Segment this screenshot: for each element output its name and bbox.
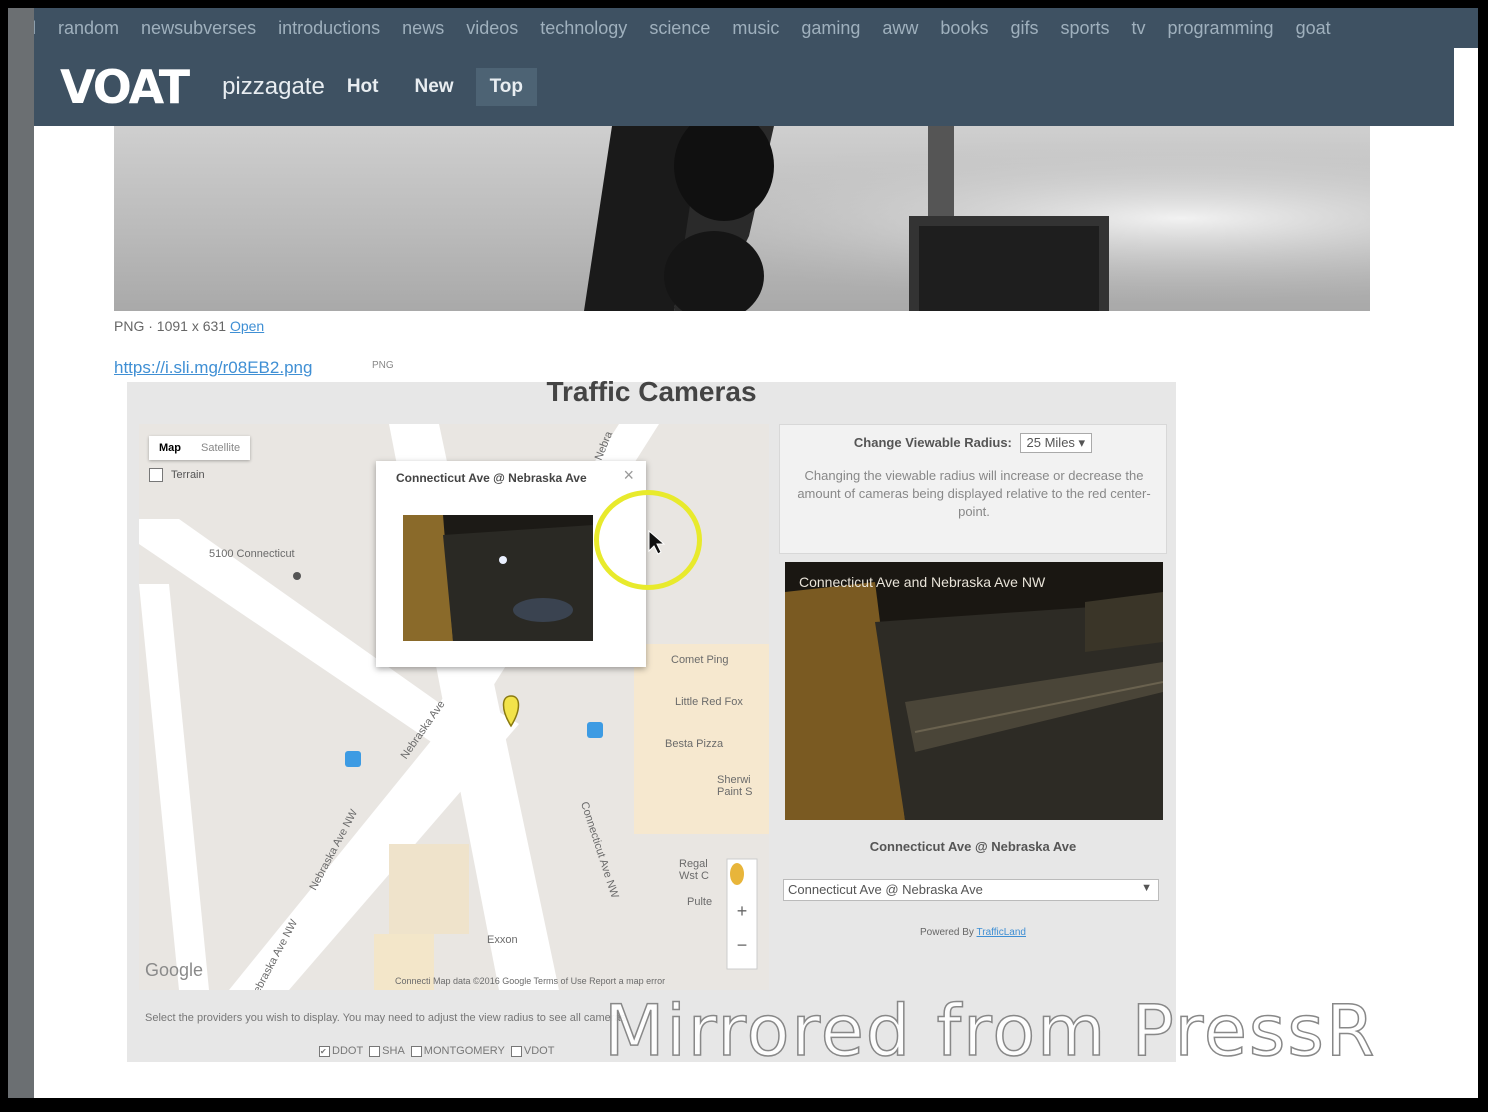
- map-label: Regal Wst C: [679, 858, 709, 882]
- provider-label: DDOT: [332, 1045, 364, 1057]
- provider-label: VDOT: [523, 1045, 555, 1057]
- topnav-link[interactable]: videos: [466, 18, 518, 39]
- topnav-link[interactable]: introductions: [278, 18, 380, 39]
- terrain-checkbox[interactable]: [149, 468, 163, 482]
- map-type-satellite[interactable]: Satellite: [191, 436, 250, 460]
- providers-text: Select the providers you wish to display…: [145, 1012, 630, 1024]
- provider-checkbox[interactable]: [410, 1045, 422, 1057]
- radius-value: 25 Miles: [1026, 435, 1075, 450]
- tab-new[interactable]: New: [400, 68, 467, 106]
- camera-feed-image: [785, 582, 1163, 820]
- image-url-link[interactable]: https://i.sli.mg/r08EB2.png: [114, 358, 312, 378]
- zoom-out-icon[interactable]: −: [737, 935, 748, 955]
- map-label: Exxon: [487, 934, 518, 946]
- cursor-highlight: [594, 490, 702, 590]
- provider-option[interactable]: VDOT: [510, 1045, 555, 1057]
- mouse-cursor-icon: [648, 529, 666, 555]
- topnav-link[interactable]: newsubverses: [141, 18, 256, 39]
- bus-stop-marker[interactable]: [587, 722, 603, 738]
- topnav-link[interactable]: books: [940, 18, 988, 39]
- topnav-link[interactable]: sports: [1060, 18, 1109, 39]
- powered-by: Powered By TrafficLand: [779, 927, 1167, 938]
- map-label: Besta Pizza: [665, 738, 724, 750]
- google-logo[interactable]: Google: [145, 960, 203, 981]
- camera-feed: Connecticut Ave and Nebraska Ave NW: [785, 562, 1163, 820]
- provider-checkbox[interactable]: ✔: [319, 1045, 330, 1057]
- popup-camera-thumbnail[interactable]: [403, 515, 593, 641]
- png-tag: PNG: [372, 360, 394, 371]
- map-label: Pulte: [687, 896, 713, 908]
- pegman-icon[interactable]: [730, 863, 744, 885]
- watermark: Mirrored from PressR: [603, 989, 1377, 1073]
- radius-row: Change Viewable Radius: 25 Miles ▾: [780, 433, 1166, 453]
- topnav-link[interactable]: news: [402, 18, 444, 39]
- provider-label: MONTGOMERY: [423, 1045, 505, 1057]
- topnav-link[interactable]: goat: [1296, 18, 1331, 39]
- building-block: [389, 844, 469, 934]
- tab-top[interactable]: Top: [475, 68, 537, 106]
- trafficland-link[interactable]: TrafficLand: [977, 927, 1026, 938]
- chevron-down-icon: ▼: [1141, 882, 1152, 894]
- map-type-control[interactable]: Map Satellite: [149, 436, 251, 460]
- provider-checkboxes: ✔ DDOT SHA MONTGOMERY VDOT: [319, 1045, 554, 1057]
- map-label: Little Red Fox: [675, 696, 743, 708]
- open-image-link[interactable]: Open: [230, 318, 264, 334]
- provider-option[interactable]: SHA: [369, 1045, 405, 1057]
- post-content: PNG · 1091 x 631 Open https://i.sli.mg/r…: [34, 126, 1454, 1098]
- powered-by-text: Powered By: [920, 927, 977, 938]
- address-marker: [293, 572, 301, 580]
- site-header: VOAT pizzagate Hot New Top: [34, 48, 1454, 126]
- map-label: 5100 Connecticut: [209, 548, 295, 560]
- tab-hot[interactable]: Hot: [333, 68, 393, 106]
- subverse-name[interactable]: pizzagate: [222, 73, 325, 101]
- radius-select[interactable]: 25 Miles ▾: [1019, 433, 1093, 453]
- traffic-cameras-screenshot: Traffic Cameras + − Map Satellite Terrai…: [127, 376, 1176, 1062]
- image-info-text: PNG · 1091 x 631: [114, 318, 230, 334]
- bus-stop-marker[interactable]: [345, 751, 361, 767]
- screen: allrandomnewsubversesintroductionsnewsvi…: [8, 8, 1478, 1098]
- topnav-link[interactable]: gifs: [1010, 18, 1038, 39]
- camera-thumbnail-image: [403, 515, 593, 641]
- popup-title: Connecticut Ave @ Nebraska Ave: [396, 471, 587, 485]
- camera-select[interactable]: Connecticut Ave @ Nebraska Ave ▼: [783, 879, 1159, 901]
- camera-overlay-text: Connecticut Ave and Nebraska Ave NW: [799, 574, 1046, 590]
- provider-checkbox[interactable]: [369, 1045, 381, 1057]
- voat-logo[interactable]: VOAT: [60, 60, 190, 114]
- left-edge: [8, 8, 34, 1098]
- provider-checkbox[interactable]: [510, 1045, 522, 1057]
- traffic-cameras-title: Traffic Cameras: [546, 376, 757, 407]
- topnav-link[interactable]: music: [732, 18, 779, 39]
- topnav-link[interactable]: tv: [1132, 18, 1146, 39]
- topnav-link[interactable]: aww: [882, 18, 918, 39]
- radius-description: Changing the viewable radius will increa…: [797, 468, 1151, 519]
- right-margin: [1454, 48, 1478, 1098]
- camera-select-value: Connecticut Ave @ Nebraska Ave: [788, 882, 983, 897]
- traffic-light-photo: [114, 126, 1370, 311]
- map-type-map[interactable]: Map: [149, 436, 191, 460]
- topnav-link[interactable]: technology: [540, 18, 627, 39]
- top-subverse-nav: allrandomnewsubversesintroductionsnewsvi…: [8, 8, 1478, 48]
- topnav-link[interactable]: random: [58, 18, 119, 39]
- map-label: Sherwi Paint S: [717, 774, 753, 798]
- image-info: PNG · 1091 x 631 Open: [114, 318, 264, 334]
- radius-label: Change Viewable Radius:: [853, 435, 1012, 450]
- provider-option[interactable]: MONTGOMERY: [410, 1045, 505, 1057]
- close-icon[interactable]: ×: [623, 465, 634, 486]
- provider-option[interactable]: ✔ DDOT: [319, 1045, 363, 1057]
- provider-label: SHA: [382, 1045, 405, 1057]
- radius-panel: Change Viewable Radius: 25 Miles ▾ Chang…: [779, 424, 1167, 554]
- terrain-label: Terrain: [171, 469, 205, 481]
- topnav-link[interactable]: science: [649, 18, 710, 39]
- traffic-light-image: [114, 126, 1370, 311]
- map-attribution: Connecti Map data ©2016 Google Terms of …: [395, 976, 666, 986]
- zoom-in-icon[interactable]: +: [737, 901, 748, 921]
- map-label: Comet Ping: [671, 654, 729, 666]
- terrain-toggle[interactable]: Terrain: [149, 468, 205, 482]
- topnav-link[interactable]: programming: [1168, 18, 1274, 39]
- camera-caption: Connecticut Ave @ Nebraska Ave: [869, 839, 1077, 854]
- topnav-link[interactable]: gaming: [801, 18, 860, 39]
